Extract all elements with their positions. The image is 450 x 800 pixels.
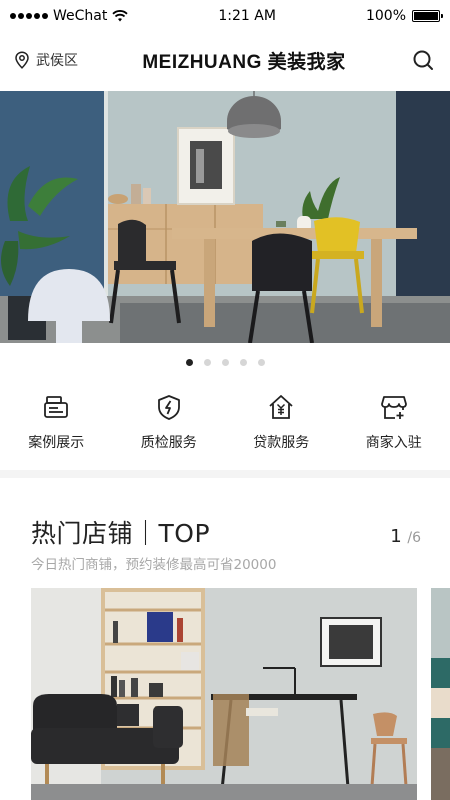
quick-label: 案例展示 bbox=[28, 435, 85, 451]
quick-label: 贷款服务 bbox=[253, 435, 310, 451]
shop-pager: 1 /6 bbox=[390, 526, 421, 547]
quick-label: 商家入驻 bbox=[365, 435, 422, 451]
quick-item-case-showcase[interactable]: 案例展示 bbox=[0, 392, 113, 472]
shop-card[interactable] bbox=[31, 588, 417, 800]
case-showcase-icon bbox=[41, 392, 71, 422]
section-title: 热门店铺｜TOP bbox=[31, 519, 211, 548]
merchant-store-icon bbox=[379, 392, 409, 422]
banner-dot[interactable] bbox=[185, 359, 193, 366]
status-left: WeChat bbox=[10, 8, 128, 24]
quick-item-loan-service[interactable]: 贷款服务 bbox=[225, 392, 338, 472]
hero-banner[interactable] bbox=[0, 91, 450, 343]
shop-card-next[interactable] bbox=[431, 588, 450, 800]
quick-item-quality-service[interactable]: 质检服务 bbox=[113, 392, 226, 472]
section-subtitle: 今日热门商铺，预约装修最高可省20000 bbox=[31, 557, 277, 573]
banner-dot[interactable] bbox=[221, 359, 229, 366]
section-divider bbox=[0, 470, 450, 478]
quick-label: 质检服务 bbox=[140, 435, 197, 451]
shop-card-next-image bbox=[431, 588, 450, 800]
clock: 1:21 AM bbox=[218, 8, 276, 24]
banner-dot[interactable] bbox=[239, 359, 247, 366]
battery-percent: 100% bbox=[365, 8, 406, 24]
status-bar: WeChat 1:21 AM 100% bbox=[0, 0, 450, 32]
location-pin-icon bbox=[15, 51, 29, 69]
quality-shield-icon bbox=[154, 392, 184, 422]
quick-item-merchant-join[interactable]: 商家入驻 bbox=[338, 392, 450, 472]
app-header: 武侯区 MEIZHUANG 美装我家 bbox=[0, 38, 450, 82]
battery-icon bbox=[412, 10, 443, 22]
battery-fill bbox=[414, 12, 438, 20]
hot-shops-header: 热门店铺｜TOP 1 /6 bbox=[31, 514, 421, 550]
carrier-label: WeChat bbox=[53, 8, 108, 24]
shop-card-image bbox=[31, 588, 417, 800]
search-icon bbox=[413, 50, 433, 70]
banner-dot[interactable] bbox=[203, 359, 211, 366]
banner-image bbox=[0, 91, 450, 343]
loan-house-icon bbox=[266, 392, 296, 422]
banner-dot[interactable] bbox=[257, 359, 265, 366]
search-button[interactable] bbox=[410, 47, 436, 73]
location-selector[interactable]: 武侯区 bbox=[14, 50, 78, 70]
location-label: 武侯区 bbox=[36, 53, 78, 69]
status-right: 100% bbox=[365, 8, 443, 24]
pager-total: /6 bbox=[407, 530, 421, 546]
banner-pagination[interactable] bbox=[0, 359, 450, 366]
pager-current: 1 bbox=[390, 526, 402, 547]
brand-logo: MEIZHUANG 美装我家 bbox=[142, 51, 346, 73]
signal-icon bbox=[10, 13, 48, 19]
quick-menu: 案例展示 质检服务 贷款服务 商家入驻 bbox=[0, 392, 450, 472]
wifi-icon bbox=[112, 10, 128, 22]
